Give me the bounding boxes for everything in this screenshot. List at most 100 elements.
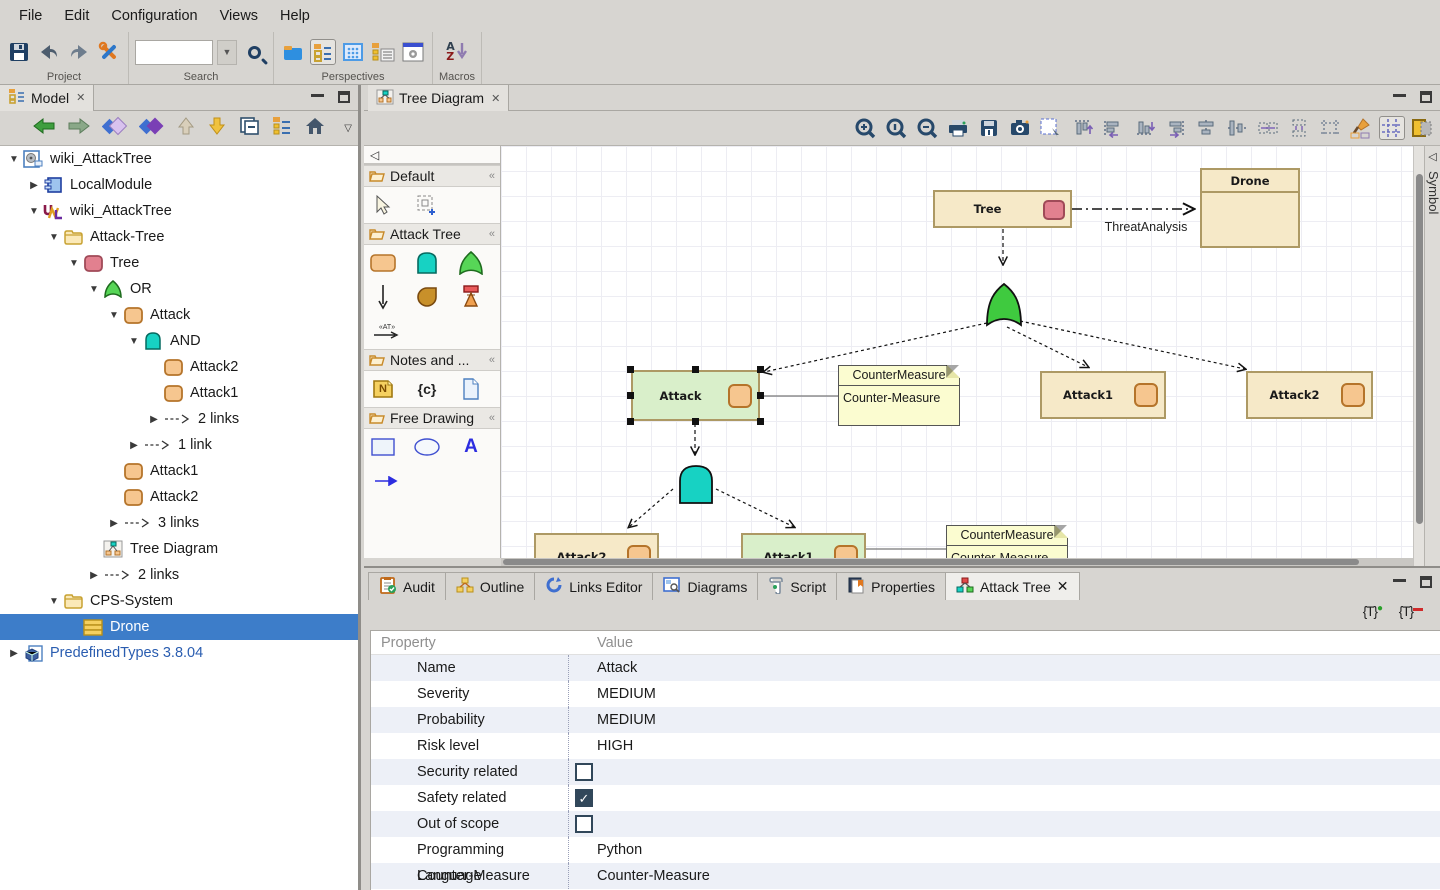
palette-section-attack-tree[interactable]: Attack Tree«: [364, 223, 500, 245]
resize-handle[interactable]: [692, 366, 699, 373]
tree-item-localmodule[interactable]: ▶LocalModule: [0, 172, 358, 198]
tree-item-attack-tree[interactable]: ▼Attack-Tree: [0, 224, 358, 250]
align-left-icon[interactable]: [1100, 116, 1126, 140]
canvas-vertical-scrollbar[interactable]: [1413, 146, 1424, 566]
model-tab-close-icon[interactable]: ✕: [76, 91, 85, 104]
attack2-bottom-badge[interactable]: [627, 545, 651, 559]
screenshot-camera-icon[interactable]: [1007, 116, 1033, 140]
countermeasure-tool[interactable]: [414, 284, 440, 310]
document-tool[interactable]: [458, 376, 484, 402]
link-label-threatanalysis[interactable]: ThreatAnalysis: [1081, 220, 1211, 234]
edge-or-attack2[interactable]: [1020, 321, 1245, 369]
search-dropdown-button[interactable]: ▼: [217, 40, 237, 65]
tree-item-wiki-attacktree[interactable]: ▼wiki_AttackTree: [0, 198, 358, 224]
resize-handle[interactable]: [757, 418, 764, 425]
tree-item-attack[interactable]: ▼Attack: [0, 302, 358, 328]
align-right-icon[interactable]: [1162, 116, 1188, 140]
and-gate-tool[interactable]: [414, 250, 440, 276]
tree-item-or[interactable]: ▼OR: [0, 276, 358, 302]
property-value[interactable]: HIGH: [569, 733, 633, 759]
resize-handle[interactable]: [757, 366, 764, 373]
capture-selection-icon[interactable]: [1038, 116, 1064, 140]
checkbox-security-related[interactable]: [575, 763, 593, 781]
center-horizontal-icon[interactable]: [1193, 116, 1219, 140]
menu-edit[interactable]: Edit: [53, 0, 100, 32]
expander-icon[interactable]: ▶: [86, 570, 102, 581]
maximize-panel-button[interactable]: [338, 91, 350, 103]
note-tool[interactable]: N: [370, 376, 396, 402]
tab-links-editor[interactable]: Links Editor: [534, 572, 653, 600]
distribute-icon[interactable]: [1286, 116, 1312, 140]
marquee-select-tool[interactable]: [414, 192, 440, 218]
model-perspective-button[interactable]: [310, 39, 336, 65]
attack1-node-badge[interactable]: [1134, 383, 1158, 407]
ellipse-tool[interactable]: [414, 434, 440, 460]
node-tree[interactable]: Tree: [933, 190, 1072, 228]
property-row-risk-level[interactable]: Risk levelHIGH: [371, 733, 1440, 759]
tab-properties[interactable]: Properties: [836, 572, 946, 600]
diagram-canvas[interactable]: Tree Drone ThreatAnalysis Attack Counter…: [501, 146, 1413, 558]
collapse-all-button[interactable]: [238, 116, 260, 141]
expander-icon[interactable]: ▼: [46, 596, 62, 607]
expander-icon[interactable]: ▼: [46, 232, 62, 243]
symbol-library-icon[interactable]: [1410, 116, 1436, 140]
node-attack1[interactable]: Attack1: [1040, 371, 1166, 419]
menu-file[interactable]: File: [8, 0, 53, 32]
property-value[interactable]: MEDIUM: [569, 681, 656, 707]
tree-item-cps-system[interactable]: ▼CPS-System: [0, 588, 358, 614]
property-value[interactable]: Attack: [569, 655, 637, 681]
property-value[interactable]: MEDIUM: [569, 707, 656, 733]
resize-handle[interactable]: [757, 392, 764, 399]
grid-toggle-icon[interactable]: [1379, 116, 1405, 140]
rectangle-tool[interactable]: [370, 434, 396, 460]
center-vertical-icon[interactable]: [1224, 116, 1250, 140]
symbol-panel-strip[interactable]: ◁ Symbol: [1424, 146, 1440, 566]
tab-close-icon[interactable]: ✕: [1057, 578, 1069, 595]
window-gear-perspective-button[interactable]: [400, 39, 426, 65]
expander-icon[interactable]: ▶: [26, 180, 42, 191]
tree-item-and[interactable]: ▼AND: [0, 328, 358, 354]
tree-item-2-links[interactable]: ▶2 links: [0, 406, 358, 432]
undo-button[interactable]: [36, 39, 62, 65]
print-icon[interactable]: [945, 116, 971, 140]
bottom-minimize-button[interactable]: [1393, 576, 1406, 582]
code-block-tool[interactable]: {c}: [414, 376, 440, 402]
property-row-counter-measure[interactable]: Counter-MeasureCounter-Measure: [371, 863, 1440, 889]
cursor-tool[interactable]: [370, 192, 396, 218]
tab-outline[interactable]: Outline: [445, 572, 535, 600]
forward-button[interactable]: [67, 116, 91, 141]
expander-icon[interactable]: ▼: [126, 336, 142, 347]
checkbox-safety-related[interactable]: ✓: [575, 789, 593, 807]
tab-tree-diagram[interactable]: Tree Diagram ✕: [368, 85, 509, 111]
symbol-tab-label[interactable]: Symbol: [1426, 171, 1440, 214]
arrow-tool[interactable]: [370, 468, 494, 494]
move-down-button[interactable]: [207, 116, 227, 141]
zoom-reset-icon[interactable]: [883, 116, 909, 140]
align-bottom-icon[interactable]: [1131, 116, 1157, 140]
expander-icon[interactable]: ▶: [6, 648, 22, 659]
tab-audit[interactable]: Audit: [368, 572, 446, 600]
add-attribute-button[interactable]: {T}●: [1363, 604, 1382, 619]
fit-frame-icon[interactable]: [1317, 116, 1343, 140]
at-link-tool[interactable]: «AT»: [370, 318, 404, 344]
tree-item-tree-diagram[interactable]: Tree Diagram: [0, 536, 358, 562]
expander-icon[interactable]: ▼: [86, 284, 102, 295]
menu-help[interactable]: Help: [269, 0, 321, 32]
attack-node-badge[interactable]: [728, 384, 752, 408]
zoom-in-icon[interactable]: [852, 116, 878, 140]
attack-node-tool[interactable]: [370, 250, 396, 276]
save-diagram-icon[interactable]: [976, 116, 1002, 140]
tree-item-attack2[interactable]: Attack2: [0, 354, 358, 380]
edge-or-attack1[interactable]: [1007, 327, 1088, 367]
and-gate[interactable]: [677, 464, 717, 505]
palette-section-free-drawing[interactable]: Free Drawing«: [364, 407, 500, 429]
tab-script[interactable]: Script: [757, 572, 837, 600]
tree-list-perspective-button[interactable]: [370, 39, 396, 65]
menu-views[interactable]: Views: [209, 0, 269, 32]
tab-model[interactable]: Model ✕: [0, 85, 94, 111]
expander-icon[interactable]: ▶: [106, 518, 122, 529]
tree-view-button[interactable]: [271, 116, 293, 141]
text-tool[interactable]: A: [458, 434, 484, 460]
tree-item-3-links[interactable]: ▶3 links: [0, 510, 358, 536]
symbol-expand-icon[interactable]: ◁: [1425, 150, 1440, 163]
